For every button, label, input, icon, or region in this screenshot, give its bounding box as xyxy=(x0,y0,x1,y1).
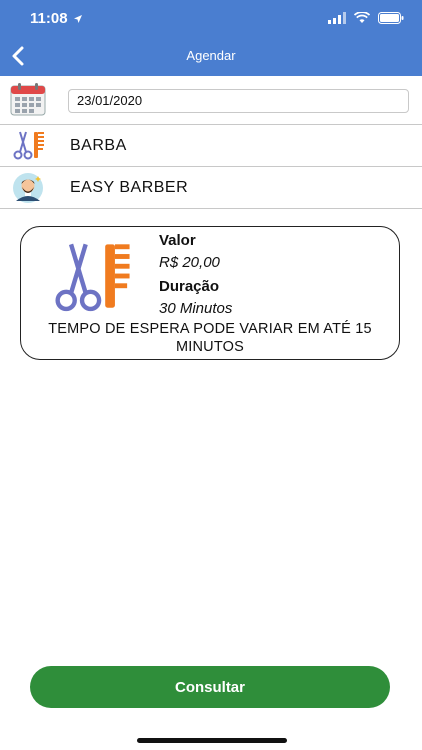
signal-icon xyxy=(328,12,346,24)
service-row[interactable]: BARBA xyxy=(0,125,422,167)
barber-label: EASY BARBER xyxy=(70,179,189,196)
app-header: 11:08 Agendar xyxy=(0,0,422,76)
price-label: Valor xyxy=(159,232,196,249)
duration-value: 30 Minutos xyxy=(159,300,233,317)
location-arrow-icon xyxy=(73,14,82,23)
date-field[interactable]: 23/01/2020 xyxy=(68,89,409,113)
page-title: Agendar xyxy=(186,48,236,63)
status-time: 11:08 xyxy=(30,10,68,27)
duration-label: Duração xyxy=(159,278,220,295)
date-row: 23/01/2020 xyxy=(0,76,422,125)
scissors-comb-icon xyxy=(55,243,130,312)
service-label: BARBA xyxy=(70,137,127,154)
barber-row[interactable]: EASY BARBER xyxy=(0,167,422,209)
price-value: R$ 20,00 xyxy=(159,254,220,271)
service-details-card: Valor R$ 20,00 Duração 30 Minutos TEMPO … xyxy=(20,226,400,360)
wait-time-note: TEMPO DE ESPERA PODE VARIAR EM ATÉ 15 MI… xyxy=(48,321,372,355)
wifi-icon xyxy=(354,12,370,23)
barber-avatar-icon xyxy=(13,173,43,203)
home-indicator xyxy=(137,738,287,743)
calendar-icon[interactable] xyxy=(10,82,46,116)
scissors-comb-icon xyxy=(13,131,44,160)
battery-icon xyxy=(378,12,404,24)
consult-button[interactable]: Consultar xyxy=(30,666,390,708)
status-bar: 11:08 xyxy=(0,0,422,38)
